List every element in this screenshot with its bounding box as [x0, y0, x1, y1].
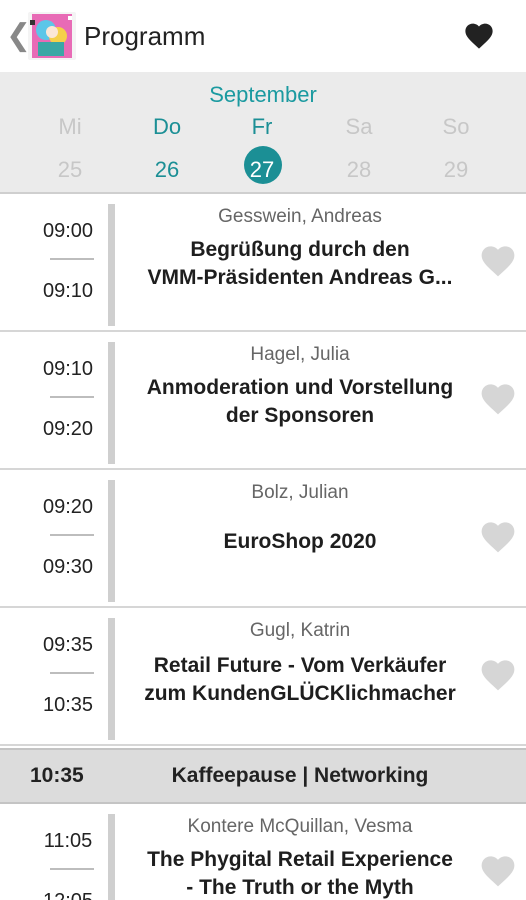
day-number-text: 27 [249, 157, 275, 182]
session-title-line1: EuroShop 2020 [223, 530, 377, 553]
session-divider [108, 204, 115, 326]
day-mi[interactable]: Mi 25 [30, 114, 110, 188]
page-title: Programm [84, 21, 206, 51]
heart-icon[interactable] [478, 242, 518, 278]
end-time: 10:35 [42, 694, 94, 716]
session-divider [108, 618, 115, 740]
day-do[interactable]: Do 26 [127, 114, 207, 188]
end-time: 12:05 [36, 890, 100, 900]
session-title-line1: Anmoderation und Vorstellung [146, 376, 454, 399]
heart-icon[interactable] [478, 518, 518, 554]
end-time: 09:30 [42, 556, 94, 578]
month-label: September [209, 82, 317, 107]
session-title-line1: Begrüßung durch den [190, 238, 410, 261]
day-so[interactable]: So 29 [416, 114, 496, 188]
session-item[interactable]: 09:10 09:20 Hagel, Julia Anmoderation un… [0, 334, 526, 470]
day-fr[interactable]: Fr 27 [222, 114, 302, 188]
session-item[interactable]: 09:00 09:10 Gesswein, Andreas Begrüßung … [0, 196, 526, 332]
day-number: 25 [57, 157, 83, 182]
speaker-name: Gugl, Katrin [249, 620, 351, 641]
speaker-name: Bolz, Julian [251, 482, 349, 503]
session-item[interactable]: 09:35 10:35 Gugl, Katrin Retail Future -… [0, 610, 526, 746]
time-divider [50, 534, 94, 536]
break-title: Kaffeepause | Networking [171, 764, 429, 787]
heart-icon[interactable] [462, 20, 496, 50]
day-name: Fr [251, 114, 273, 139]
start-time: 11:05 [43, 830, 93, 852]
time-divider [50, 396, 94, 398]
speaker-name: Kontere McQuillan, Vesma [187, 816, 413, 837]
speaker-name: Gesswein, Andreas [218, 206, 382, 227]
heart-icon[interactable] [478, 380, 518, 416]
session-title-line2: der Sponsoren [225, 404, 375, 427]
session-divider [108, 342, 115, 464]
app-logo[interactable] [28, 12, 76, 60]
date-selector: September Mi 25 Do 26 Fr 27 Sa 28 So 29 [0, 72, 526, 194]
start-time: 09:00 [42, 220, 94, 242]
session-divider [108, 814, 115, 900]
session-title-line2: - The Truth or the Myth [186, 876, 414, 899]
session-title-line2: VMM-Präsidenten Andreas G... [147, 266, 453, 289]
start-time: 09:35 [42, 634, 94, 656]
break-row[interactable]: 10:35 Kaffeepause | Networking [0, 748, 526, 804]
day-sa[interactable]: Sa 28 [319, 114, 399, 188]
day-number: 29 [443, 157, 469, 182]
time-divider [50, 868, 94, 870]
session-title-line1: The Phygital Retail Experience [147, 848, 453, 871]
start-time: 09:20 [42, 496, 94, 518]
session-item[interactable]: 11:05 12:05 Kontere McQuillan, Vesma The… [0, 806, 526, 900]
session-divider [108, 480, 115, 602]
time-divider [50, 258, 94, 260]
start-time: 09:10 [42, 358, 94, 380]
heart-icon[interactable] [478, 852, 518, 888]
app-header: ❮ Programm [0, 0, 526, 72]
end-time: 09:10 [42, 280, 94, 302]
day-name: Do [152, 114, 182, 139]
session-title-line2: zum KundenGLÜCKlichmacher [144, 682, 456, 705]
session-title-line1: Retail Future - Vom Verkäufer [153, 654, 447, 677]
heart-icon[interactable] [478, 656, 518, 692]
day-number: 26 [154, 157, 180, 182]
day-name: Mi [58, 114, 82, 139]
time-divider [50, 672, 94, 674]
day-number: 28 [346, 157, 372, 182]
speaker-name: Hagel, Julia [250, 344, 350, 365]
break-time: 10:35 [30, 764, 84, 787]
session-item[interactable]: 09:20 09:30 Bolz, Julian EuroShop 2020 [0, 472, 526, 608]
day-name: Sa [345, 114, 373, 139]
day-name: So [442, 114, 470, 139]
end-time: 09:20 [42, 418, 94, 440]
